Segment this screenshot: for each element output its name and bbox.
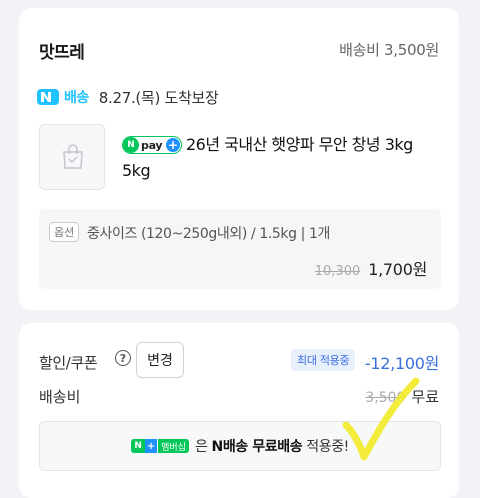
delivery-date: 8.27.(목) 도착보장 <box>98 88 219 107</box>
membership-badge-label: 멤버십 <box>158 439 189 453</box>
n-delivery-badge: 배송 <box>37 87 89 107</box>
original-price: 10,300 <box>314 264 361 279</box>
price-area: 10,300 1,700원 <box>314 256 428 280</box>
option-tag: 옵션 <box>49 222 80 242</box>
membership-text: 은 N배송 무료배송 적용중! <box>195 436 349 456</box>
option-text: 중사이즈 (120~250g내외) / 1.5kg | 1개 <box>87 223 330 243</box>
change-coupon-button[interactable]: 변경 <box>136 342 184 378</box>
membership-text-prefix: 은 <box>194 439 208 455</box>
npay-label: pay <box>141 138 163 152</box>
npay-plus-badge: N pay + <box>122 136 182 154</box>
option-separator: | <box>300 226 310 242</box>
option-description: 중사이즈 (120~250g내외) / 1.5kg <box>87 226 297 242</box>
store-name: 맛뜨레 <box>39 43 85 63</box>
membership-plus-icon: + <box>145 439 158 453</box>
plus-icon: + <box>166 138 180 152</box>
max-applied-badge: 최대 적용중 <box>291 349 356 371</box>
shipping-label: 배송비 <box>39 388 81 406</box>
shopping-bag-icon <box>63 144 83 169</box>
delivery-row: 배송 8.27.(목) 도착보장 <box>37 85 219 109</box>
npay-n-icon: N <box>123 137 139 153</box>
checkmark-annotation-icon <box>342 377 420 461</box>
discount-amount: -12,100원 <box>364 354 439 373</box>
help-icon[interactable]: ? <box>115 350 131 366</box>
discount-label: 할인/쿠폰 <box>39 354 98 372</box>
npay-membership-badge: N + 멤버십 <box>131 439 189 453</box>
n-delivery-label: 배송 <box>64 90 89 106</box>
store-card: 맛뜨레 배송비 3,500원 배송 8.27.(목) 도착보장 26년 국내산 … <box>19 8 459 310</box>
membership-text-bold: N배송 무료배송 <box>211 439 303 455</box>
option-quantity: 1개 <box>309 226 331 242</box>
sale-price: 1,700원 <box>368 260 427 279</box>
shipping-fee: 배송비 3,500원 <box>339 41 439 59</box>
n-delivery-icon <box>37 89 59 105</box>
membership-n-icon: N <box>131 439 146 453</box>
product-thumbnail[interactable] <box>39 124 105 190</box>
option-box: 옵션 중사이즈 (120~250g내외) / 1.5kg | 1개 10,300… <box>39 209 441 289</box>
